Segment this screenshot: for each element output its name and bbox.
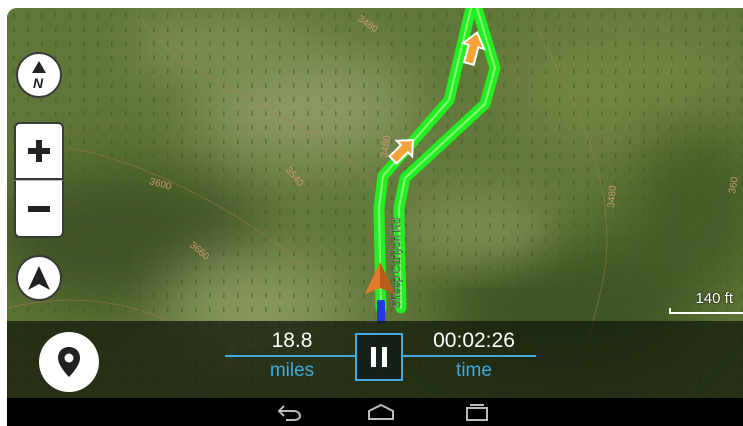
back-button[interactable] <box>269 400 309 424</box>
plus-icon <box>28 140 50 162</box>
elapsed-time-label: time <box>456 360 492 381</box>
follow-location-button[interactable] <box>16 255 62 301</box>
waypoint-button[interactable] <box>39 332 99 392</box>
navigation-arrow-icon <box>28 266 50 290</box>
pause-icon-bar <box>382 347 387 367</box>
minus-icon <box>28 205 50 212</box>
distance-label: miles <box>269 360 315 381</box>
elapsed-time-value: 00:02:26 <box>433 329 515 352</box>
map-scale-bar <box>669 308 743 314</box>
pause-icon <box>371 347 376 367</box>
zoom-in-button[interactable] <box>14 122 64 180</box>
home-button[interactable] <box>361 400 401 424</box>
distance-value: 18.8 <box>271 329 313 352</box>
road-label: Sheep Canyon Rd <box>391 218 403 308</box>
device-screen: 3480 3480 3540 3600 3660 3480 3690 360 S… <box>7 8 743 426</box>
recent-apps-button[interactable] <box>457 400 497 424</box>
stats-divider-left <box>225 355 357 357</box>
back-icon <box>277 405 302 421</box>
compass-north-label: N <box>33 75 44 90</box>
android-nav-bar <box>7 398 743 426</box>
map-scale-label: 140 ft <box>695 290 733 307</box>
contour-label: 3480 <box>606 185 619 209</box>
compass-icon: N <box>32 61 46 90</box>
tracking-panel: 18.8 miles 00:02:26 time <box>7 321 743 398</box>
zoom-out-button[interactable] <box>14 180 64 238</box>
stats-divider-right <box>401 355 536 357</box>
pause-tracking-button[interactable] <box>355 333 403 381</box>
recent-apps-icon <box>466 404 488 421</box>
home-icon <box>368 403 394 420</box>
compass-button[interactable]: N <box>16 52 62 98</box>
map-pin-icon <box>58 347 80 377</box>
